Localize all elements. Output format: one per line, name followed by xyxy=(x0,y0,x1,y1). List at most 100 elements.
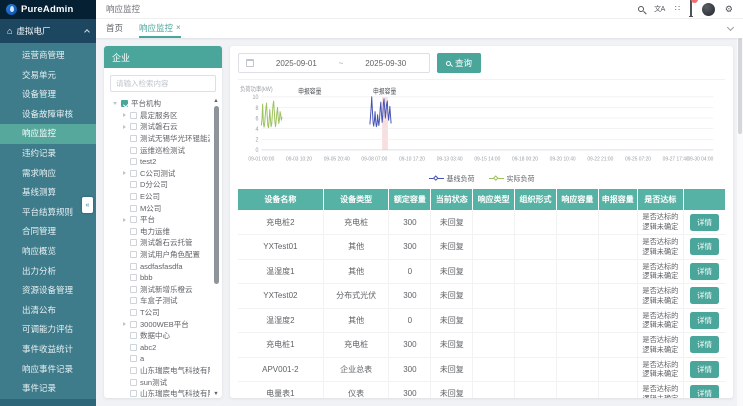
tree-scroll-thumb[interactable] xyxy=(214,106,219,284)
tree-caret-icon[interactable] xyxy=(121,218,127,222)
sidebar-group-header[interactable]: ⌂ 虚拟电厂 xyxy=(0,19,96,43)
tree-node[interactable]: 测试无锡华光环锟能源集团股份 xyxy=(109,133,210,145)
sidebar-item-响应监控[interactable]: 响应监控 xyxy=(0,124,96,144)
sidebar-item-资源设备管理[interactable]: 资源设备管理 xyxy=(0,281,96,301)
tree-checkbox[interactable] xyxy=(130,239,137,246)
tree-node[interactable]: D分公司 xyxy=(109,179,210,191)
tree-node[interactable]: E公司 xyxy=(109,191,210,203)
legend-item-实际负荷[interactable]: 实际负荷 xyxy=(489,174,535,184)
tree-checkbox[interactable] xyxy=(130,332,137,339)
tree-node[interactable]: 山东瑞宸电气科技有限公司(测试) xyxy=(109,388,210,398)
detail-button[interactable]: 详情 xyxy=(690,263,719,280)
scroll-down-icon[interactable]: ▼ xyxy=(213,391,218,397)
tree-checkbox[interactable] xyxy=(130,309,137,316)
page-scrollbar[interactable] xyxy=(737,28,743,406)
sidebar-item-运营商管理[interactable]: 运营商管理 xyxy=(0,46,96,66)
sidebar-item-需求响应[interactable]: 需求响应 xyxy=(0,164,96,184)
sidebar-item-交易单元[interactable]: 交易单元 xyxy=(0,66,96,86)
sidebar-item-事件记录[interactable]: 事件记录 xyxy=(0,379,96,399)
tree-checkbox[interactable] xyxy=(130,321,137,328)
tree-checkbox[interactable] xyxy=(130,379,137,386)
tabs-chevron-down-icon[interactable] xyxy=(727,23,734,30)
sidebar-item-违约记录[interactable]: 违约记录 xyxy=(0,144,96,164)
tree-node[interactable]: 晨定服务区 xyxy=(109,110,210,122)
tree-node[interactable]: 山东瑞宸电气科技有限公司 xyxy=(109,365,210,377)
tree-checkbox[interactable] xyxy=(130,355,137,362)
sidebar-item-设备故障审核[interactable]: 设备故障审核 xyxy=(0,105,96,125)
page-scroll-thumb[interactable] xyxy=(738,38,742,134)
tree-checkbox[interactable] xyxy=(130,216,137,223)
tree-checkbox[interactable] xyxy=(130,170,137,177)
tree-checkbox[interactable] xyxy=(130,274,137,281)
tree-node[interactable]: T公司 xyxy=(109,307,210,319)
tree-checkbox[interactable] xyxy=(130,390,137,397)
tree-search-input[interactable] xyxy=(110,75,216,92)
detail-button[interactable]: 详情 xyxy=(690,238,719,255)
sidebar-item-出清公布[interactable]: 出清公布 xyxy=(0,301,96,321)
avatar[interactable] xyxy=(702,3,715,16)
date-range-picker[interactable]: 2025-09-01 ~ 2025-09-30 xyxy=(238,53,430,73)
tree-checkbox[interactable] xyxy=(130,112,137,119)
tree-node[interactable]: 车盒子测试 xyxy=(109,295,210,307)
close-icon[interactable]: × xyxy=(176,23,181,32)
sidebar-item-设备管理[interactable]: 设备管理 xyxy=(0,85,96,105)
tree-node[interactable]: C公司测试 xyxy=(109,168,210,180)
sidebar-item-可调能力评估[interactable]: 可调能力评估 xyxy=(0,320,96,340)
tree-checkbox[interactable] xyxy=(121,100,128,107)
tree-checkbox[interactable] xyxy=(130,123,137,130)
tree-caret-icon[interactable] xyxy=(121,125,127,129)
tree-scrollbar[interactable]: ▲ ▼ xyxy=(212,98,220,397)
tree-node[interactable]: test2 xyxy=(109,156,210,168)
end-date[interactable]: 2025-09-30 xyxy=(349,59,422,68)
tree-checkbox[interactable] xyxy=(130,181,137,188)
gear-icon[interactable]: ⚙ xyxy=(725,5,733,14)
detail-button[interactable]: 详情 xyxy=(690,312,719,329)
tree-checkbox[interactable] xyxy=(130,228,137,235)
sidebar-item-出力分析[interactable]: 出力分析 xyxy=(0,262,96,282)
fullscreen-icon[interactable]: ∷ xyxy=(675,5,680,13)
tab-响应监控[interactable]: 响应监控× xyxy=(139,19,181,38)
tree-caret-icon[interactable] xyxy=(121,113,127,117)
tree-checkbox[interactable] xyxy=(130,147,137,154)
logo-bar[interactable]: PureAdmin xyxy=(0,0,96,19)
tree-scroll-track[interactable] xyxy=(214,104,219,391)
tree-node[interactable]: 运维巡检测试 xyxy=(109,144,210,156)
tree-checkbox[interactable] xyxy=(130,263,137,270)
notification-button[interactable]: 1 xyxy=(690,0,692,18)
tree-caret-icon[interactable] xyxy=(121,171,127,175)
tab-首页[interactable]: 首页 xyxy=(106,19,123,38)
legend-item-基线负荷[interactable]: 基线负荷 xyxy=(429,174,475,184)
query-button[interactable]: 查询 xyxy=(437,53,481,73)
detail-button[interactable]: 详情 xyxy=(690,214,719,231)
tree-node[interactable]: sun测试 xyxy=(109,376,210,388)
sidebar-item-合同管理[interactable]: 合同管理 xyxy=(0,222,96,242)
detail-button[interactable]: 详情 xyxy=(690,361,719,378)
tree-node[interactable]: 测试用户角色配置 xyxy=(109,249,210,261)
tree-checkbox[interactable] xyxy=(130,158,137,165)
tree-checkbox[interactable] xyxy=(130,205,137,212)
tree-node[interactable]: 数据中心 xyxy=(109,330,210,342)
tree-node[interactable]: bbb xyxy=(109,272,210,284)
tree-caret-icon[interactable] xyxy=(112,102,118,105)
tree-checkbox[interactable] xyxy=(130,193,137,200)
tree-node[interactable]: 平台机构 xyxy=(109,98,210,110)
search-icon[interactable] xyxy=(638,6,644,12)
tree-node[interactable]: 测试磐石云 xyxy=(109,121,210,133)
sidebar-item-事件收益统计[interactable]: 事件收益统计 xyxy=(0,340,96,360)
sidebar-footer-bar[interactable] xyxy=(0,399,96,406)
tree-node[interactable]: 3000WEB平台 xyxy=(109,318,210,330)
tree-node[interactable]: asdfasfasdfa xyxy=(109,260,210,272)
tree-checkbox[interactable] xyxy=(130,286,137,293)
sidebar-item-响应事件记录[interactable]: 响应事件记录 xyxy=(0,360,96,380)
tree-node[interactable]: a xyxy=(109,353,210,365)
tree-checkbox[interactable] xyxy=(130,344,137,351)
tree-node[interactable]: M公司 xyxy=(109,202,210,214)
tree-collapse-handle[interactable]: « xyxy=(82,197,93,213)
sidebar-item-响应概览[interactable]: 响应概览 xyxy=(0,242,96,262)
detail-button[interactable]: 详情 xyxy=(690,385,719,398)
translate-icon[interactable]: 文A xyxy=(654,6,665,13)
tree-node[interactable]: 平台 xyxy=(109,214,210,226)
tree-node[interactable]: 测试新增乐橙云 xyxy=(109,284,210,296)
tree-checkbox[interactable] xyxy=(130,297,137,304)
tree-caret-icon[interactable] xyxy=(121,322,127,326)
